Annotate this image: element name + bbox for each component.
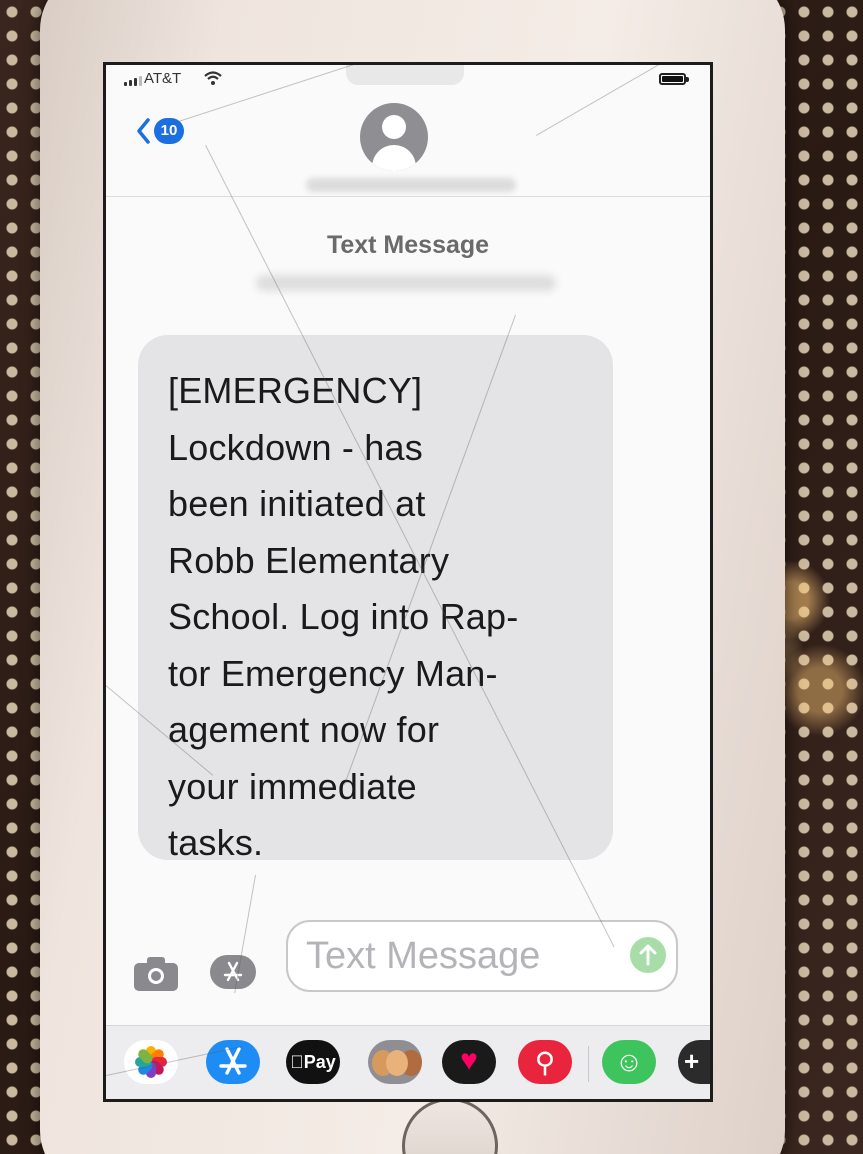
thread-type-label: Text Message [326, 231, 490, 259]
home-button[interactable] [402, 1098, 498, 1154]
back-button[interactable]: 10 [136, 118, 184, 144]
imessage-app-strip: Pay ♥ ⚲ ☺ + [106, 1025, 710, 1099]
status-bar: AT&T [106, 65, 710, 93]
apple-pay-app-button[interactable]: Pay [286, 1040, 340, 1084]
conversation-header: 10 [106, 93, 710, 197]
camera-icon-lens [148, 968, 164, 984]
chevron-left-icon [137, 118, 150, 144]
smile-icon: ☺ [614, 1046, 644, 1077]
signal-strength-icon [124, 76, 142, 86]
incoming-message-bubble[interactable]: [EMERGENCY] Lockdown - has been initiate… [138, 335, 613, 863]
messages-screen: AT&T 10 Text Message [EMERGENCY] Lockdow… [103, 62, 713, 1102]
plus-icon: + [684, 1046, 700, 1076]
sensor-notch [346, 65, 464, 85]
send-button[interactable] [630, 937, 666, 973]
redacted-timestamp [256, 275, 556, 291]
message-text: [EMERGENCY] Lockdown - has been initiate… [168, 370, 519, 863]
wifi-icon [204, 71, 222, 85]
search-icon: ⚲ [534, 1047, 556, 1078]
arrow-up-icon [639, 944, 657, 966]
unread-count-badge: 10 [154, 118, 184, 144]
image-search-app-button[interactable]: ⚲ [518, 1040, 572, 1084]
camera-button[interactable] [134, 955, 178, 991]
apple-pay-label: Pay [296, 1052, 336, 1072]
apple-pay-icon: Pay [286, 1052, 340, 1073]
strip-divider [588, 1046, 589, 1082]
battery-fill [662, 76, 683, 82]
app-store-app-button[interactable] [206, 1040, 260, 1084]
app-store-a-icon [219, 1047, 247, 1075]
battery-icon [659, 73, 689, 85]
photos-app-button[interactable] [124, 1040, 178, 1084]
more-apps-button[interactable]: + [678, 1040, 710, 1084]
digital-touch-app-button[interactable]: ♥ [442, 1040, 496, 1084]
person-icon-body [372, 145, 416, 171]
heart-icon: ♥ [460, 1044, 478, 1077]
carrier-name: AT&T [144, 70, 182, 87]
app-store-icon [223, 961, 243, 982]
stickers-app-button[interactable]: ☺ [602, 1040, 656, 1084]
memoji-app-button[interactable] [368, 1040, 422, 1084]
person-icon [382, 115, 406, 139]
contact-avatar[interactable] [360, 103, 428, 171]
message-input[interactable] [286, 920, 678, 992]
redacted-contact-name[interactable] [306, 178, 516, 192]
app-store-button[interactable] [210, 955, 256, 989]
memoji-face [386, 1050, 408, 1076]
